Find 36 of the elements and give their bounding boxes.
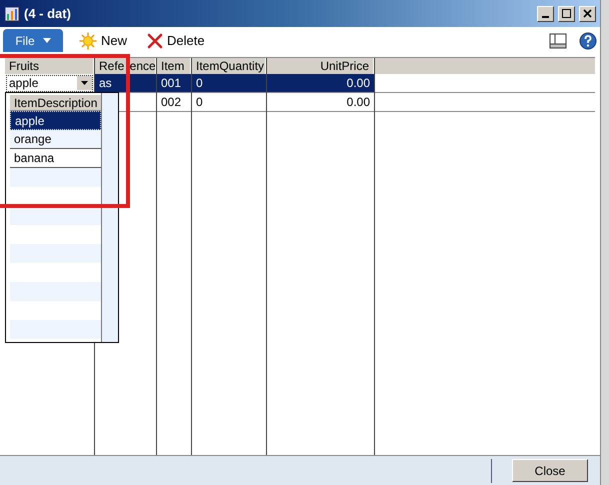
table-cell: 001 — [157, 74, 191, 93]
table-cell: 0 — [192, 93, 266, 112]
column-header[interactable]: ItemDescription — [10, 95, 101, 111]
column-header[interactable]: ItemQuantity — [192, 58, 266, 74]
caret-icon — [81, 81, 88, 85]
column-header[interactable]: Fruits — [5, 58, 94, 74]
list-item[interactable]: orange — [10, 130, 101, 149]
maximize-button[interactable] — [558, 6, 575, 22]
table-cell: 0 — [192, 74, 266, 93]
app-icon — [4, 6, 20, 22]
new-button[interactable]: New — [75, 30, 132, 50]
fruit-combo-box[interactable]: apple — [6, 74, 93, 92]
file-menu[interactable]: File — [3, 29, 63, 52]
close-button[interactable]: Close — [512, 459, 588, 482]
sun-icon — [79, 32, 97, 50]
help-icon[interactable] — [579, 32, 597, 50]
table-cell: 0.00 — [267, 93, 374, 112]
window-title: (4 - dat) — [24, 4, 72, 23]
table-cell: as — [95, 74, 156, 93]
minimize-button[interactable] — [537, 6, 554, 22]
maximize-icon — [562, 9, 571, 18]
minimize-icon — [542, 16, 549, 18]
scrollbar[interactable] — [102, 93, 118, 342]
column-header[interactable]: Refe ence — [95, 58, 156, 74]
delete-button[interactable]: Delete — [143, 30, 209, 50]
close-button[interactable] — [579, 6, 596, 22]
dropdown-button[interactable] — [77, 76, 92, 90]
close-icon — [583, 9, 592, 18]
table-cell: 002 — [157, 93, 191, 112]
caret-icon — [42, 38, 51, 43]
list-item[interactable]: apple — [10, 111, 101, 130]
column-header[interactable]: Item — [157, 58, 191, 74]
column-header[interactable]: UnitPrice — [267, 58, 374, 74]
cross-icon — [147, 32, 164, 48]
table-cell: 0.00 — [267, 74, 374, 93]
layout-icon[interactable] — [549, 32, 567, 48]
